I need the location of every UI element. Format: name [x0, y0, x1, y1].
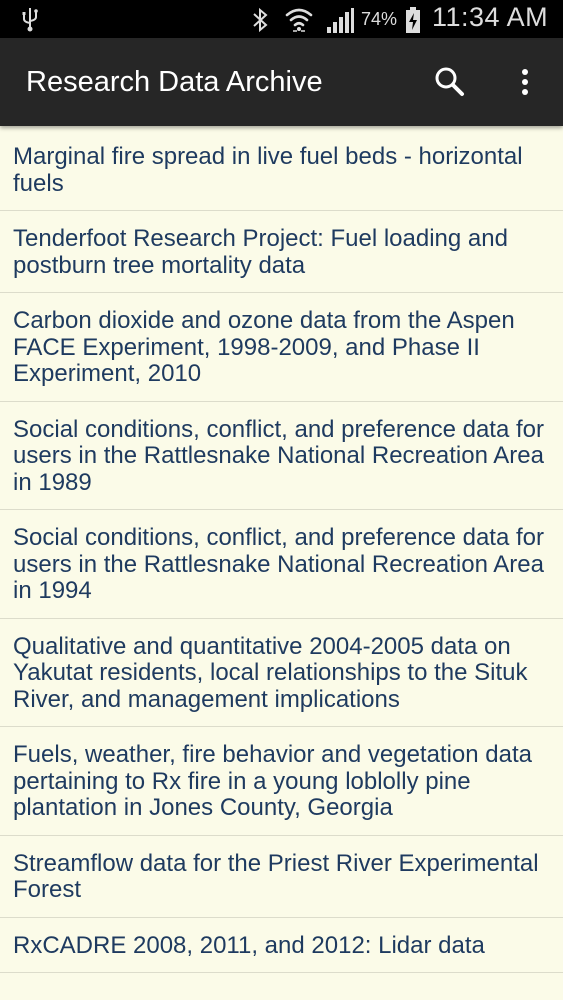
list-item[interactable]: Tenderfoot Research Project: Fuel loadin… — [0, 211, 563, 293]
overflow-menu-icon — [522, 69, 528, 95]
action-bar: Research Data Archive — [0, 38, 563, 126]
list-item[interactable]: Qualitative and quantitative 2004-2005 d… — [0, 619, 563, 727]
list-item[interactable]: Fuels, weather, fire behavior and vegeta… — [0, 727, 563, 836]
search-icon — [435, 67, 464, 96]
overflow-menu-button[interactable] — [510, 62, 540, 102]
battery-percent: 74% — [361, 9, 398, 29]
battery-charging-icon — [406, 7, 420, 33]
app-title: Research Data Archive — [26, 66, 323, 98]
list-item-title: Streamflow data for the Priest River Exp… — [13, 849, 539, 903]
bluetooth-icon — [253, 7, 268, 33]
list-item-title: Social conditions, conflict, and prefere… — [13, 415, 544, 496]
list-item[interactable]: Marginal fire spread in live fuel beds -… — [0, 129, 563, 211]
list-item[interactable]: Carbon dioxide and ozone data from the A… — [0, 293, 563, 402]
search-button[interactable] — [430, 62, 470, 102]
clock: 11:34 AM — [432, 2, 549, 32]
list-item[interactable]: Social conditions, conflict, and prefere… — [0, 402, 563, 510]
signal-icon — [327, 8, 354, 33]
list-item-title: Tenderfoot Research Project: Fuel loadin… — [13, 225, 508, 279]
list-item-title: Marginal fire spread in live fuel beds -… — [13, 143, 523, 197]
dataset-list: Marginal fire spread in live fuel beds -… — [0, 129, 563, 973]
list-item[interactable]: Social conditions, conflict, and prefere… — [0, 510, 563, 619]
list-item-title: Fuels, weather, fire behavior and vegeta… — [13, 741, 532, 821]
list-item[interactable]: Streamflow data for the Priest River Exp… — [0, 836, 563, 918]
status-bar: 74% 11:34 AM — [0, 0, 563, 38]
usb-icon — [22, 8, 38, 32]
list-item[interactable]: RxCADRE 2008, 2011, and 2012: Lidar data — [0, 918, 563, 973]
list-item-title: RxCADRE 2008, 2011, and 2012: Lidar data — [13, 931, 485, 959]
wifi-icon — [285, 8, 313, 32]
list-item-title: Qualitative and quantitative 2004-2005 d… — [13, 632, 528, 713]
list-item-title: Carbon dioxide and ozone data from the A… — [13, 307, 515, 387]
list-item-title: Social conditions, conflict, and prefere… — [13, 524, 544, 604]
